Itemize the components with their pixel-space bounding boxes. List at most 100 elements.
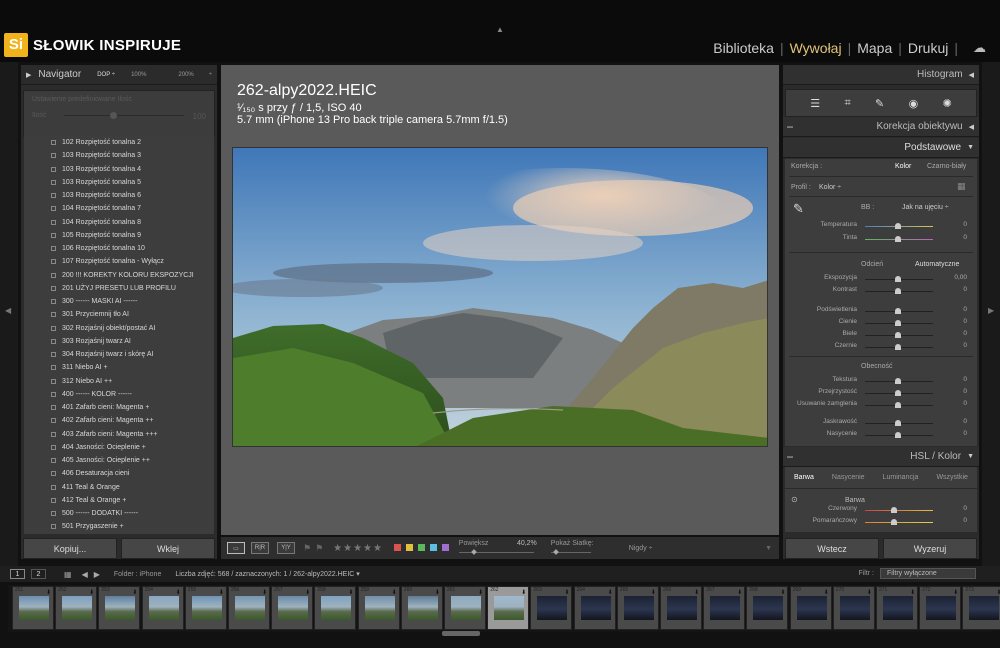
zoom-slider[interactable]: Powiększ 40,2%: [458, 537, 537, 559]
cloud-sync-icon[interactable]: ☁: [973, 40, 986, 56]
disclosure-icon[interactable]: ▶: [26, 71, 31, 79]
preset-item[interactable]: 104 Rozpiętość tonalna 7: [24, 202, 214, 215]
filmstrip-thumb[interactable]: 260 ⬇: [400, 586, 443, 630]
color-label-purple[interactable]: [441, 543, 449, 551]
preset-item[interactable]: 400 ------ KOLOR ------: [24, 388, 214, 401]
preset-item[interactable]: 107 Rozpiętość tonalna - Wyłącz: [24, 255, 214, 268]
slider-knob[interactable]: [895, 390, 901, 396]
slider-value[interactable]: 0: [963, 430, 967, 437]
slider-value[interactable]: 0: [963, 234, 967, 241]
heal-icon[interactable]: ✎: [875, 97, 884, 110]
filmstrip-thumb[interactable]: 259 ⬇: [357, 586, 400, 630]
lens-corrections-disclosure-icon[interactable]: ◀: [969, 123, 974, 131]
zoom-knob[interactable]: [470, 549, 477, 555]
slider-value[interactable]: 0: [963, 418, 967, 425]
color-label-green[interactable]: [417, 543, 425, 551]
lens-corrections-header[interactable]: ▬ Korekcja obiektywu ◀: [783, 117, 979, 137]
slider-knob[interactable]: [895, 332, 901, 338]
slider-row[interactable]: Nasycenie 0: [785, 430, 977, 440]
color-label-blue[interactable]: [429, 543, 437, 551]
preset-item[interactable]: 402 Zafarb cieni: Magenta ++: [24, 414, 214, 427]
color-label-yellow[interactable]: [405, 543, 413, 551]
preset-item[interactable]: 201 UŻYJ PRESETU LUB PROFILU: [24, 282, 214, 295]
tab-saturation[interactable]: Nasycenie: [832, 474, 865, 481]
preset-item[interactable]: 301 Przyciemnij tło AI: [24, 308, 214, 321]
before-after-split-icon[interactable]: Y|Y: [277, 542, 295, 554]
treatment-color[interactable]: Kolor: [895, 163, 911, 170]
histogram-disclosure-icon[interactable]: ◀: [969, 71, 974, 79]
slider-knob[interactable]: [895, 223, 901, 229]
preset-item[interactable]: 104 Rozpiętość tonalna 8: [24, 216, 214, 229]
page-2-button[interactable]: 2: [31, 569, 46, 579]
slider-row[interactable]: Cienie 0: [785, 318, 977, 328]
hsl-slider-track[interactable]: [865, 522, 933, 523]
preset-item[interactable]: 502 ...: [24, 534, 214, 535]
grid-overlay-control[interactable]: Pokaż Siatkę:: [550, 537, 629, 559]
slider-knob[interactable]: [895, 402, 901, 408]
tab-hue[interactable]: Barwa: [794, 474, 814, 481]
histogram-header[interactable]: Histogram ◀: [783, 65, 979, 85]
filmstrip-thumb[interactable]: 254 ⬇: [141, 586, 184, 630]
module-develop[interactable]: Wywołaj: [790, 40, 842, 56]
color-label-red[interactable]: [393, 543, 401, 551]
basic-disclosure-icon[interactable]: ▼: [967, 144, 974, 151]
basic-header[interactable]: Podstawowe ▼: [783, 138, 979, 158]
slider-knob[interactable]: [895, 378, 901, 384]
reject-flag-icon[interactable]: ⚑: [315, 543, 323, 554]
preset-item[interactable]: 105 Rozpiętość tonalna 9: [24, 229, 214, 242]
filmstrip-thumb[interactable]: 271 ⬇: [876, 586, 918, 630]
slider-row[interactable]: Biele 0: [785, 330, 977, 340]
collapse-right-icon[interactable]: ▶: [988, 306, 994, 315]
folder-source[interactable]: Folder : iPhone: [114, 571, 161, 578]
zoom-100[interactable]: 100%: [131, 72, 146, 78]
hsl-slider-value[interactable]: 0: [963, 517, 967, 524]
slider-row[interactable]: Temperatura 0: [785, 221, 977, 231]
slider-row[interactable]: Tinta 0: [785, 234, 977, 244]
slider-row[interactable]: Usuwanie zamglenia 0: [785, 400, 977, 410]
hsl-slider-knob[interactable]: [891, 519, 897, 525]
slider-row[interactable]: Przejrzystość 0: [785, 388, 977, 398]
main-photo[interactable]: [232, 147, 768, 447]
back-arrow-icon[interactable]: ◀: [82, 570, 88, 579]
preset-item[interactable]: 501 Przygaszenie +: [24, 520, 214, 533]
filmstrip-thumb[interactable]: 251 ⬇: [12, 586, 54, 630]
preset-item[interactable]: 302 Rozjaśnij obiekt/postać AI: [24, 322, 214, 335]
module-library[interactable]: Biblioteka: [713, 40, 774, 56]
preset-item[interactable]: 405 Jasności: Ocieplenie ++: [24, 454, 214, 467]
preset-item[interactable]: 103 Rozpiętość tonalna 3: [24, 149, 214, 162]
wb-dropdown[interactable]: Jak na ujęciu ÷: [902, 204, 949, 211]
filmstrip-thumb[interactable]: 269 ⬇: [789, 586, 832, 630]
slider-knob[interactable]: [895, 432, 901, 438]
filmstrip-thumb[interactable]: 265 ⬇: [616, 586, 659, 630]
slider-value[interactable]: 0: [963, 330, 967, 337]
filmstrip-thumb[interactable]: 255 ⬇: [184, 586, 227, 630]
slider-value[interactable]: 0: [963, 221, 967, 228]
zoom-track[interactable]: [458, 552, 534, 553]
collapse-top-icon[interactable]: ▲: [496, 25, 504, 34]
hsl-slider-knob[interactable]: [891, 507, 897, 513]
page-1-button[interactable]: 1: [10, 569, 25, 579]
preset-item[interactable]: 304 Rozjaśnij twarz i skórę AI: [24, 348, 214, 361]
module-print[interactable]: Drukuj: [908, 40, 948, 56]
hsl-disclosure-icon[interactable]: ▼: [967, 453, 974, 460]
hsl-slider-track[interactable]: [865, 510, 933, 511]
preset-item[interactable]: 401 Zafarb cieni: Magenta +: [24, 401, 214, 414]
slider-knob[interactable]: [895, 420, 901, 426]
slider-knob[interactable]: [895, 320, 901, 326]
reset-button[interactable]: Wyzeruj: [883, 538, 977, 559]
filmstrip-thumb[interactable]: 272 ⬇: [919, 586, 962, 630]
grid-view-icon[interactable]: ▦: [64, 570, 72, 579]
filmstrip-thumb[interactable]: 256 ⬇: [228, 586, 270, 630]
slider-row[interactable]: Podświetlenia 0: [785, 306, 977, 316]
filmstrip-thumb[interactable]: 270 ⬇: [832, 586, 875, 630]
tab-all[interactable]: Wszystkie: [936, 474, 968, 481]
slider-knob[interactable]: [895, 288, 901, 294]
grid-knob[interactable]: [552, 549, 559, 555]
hsl-header[interactable]: ▬ HSL / Kolor ▼: [783, 447, 979, 467]
panel-switch-icon-2[interactable]: ▬: [787, 454, 793, 460]
filter-dropdown[interactable]: Filtry wyłączone: [880, 568, 976, 579]
filmstrip-thumb[interactable]: 262 ⬇: [487, 586, 530, 630]
hsl-slider-row[interactable]: Pomarańczowy 0: [785, 517, 977, 527]
preset-item[interactable]: 103 Rozpiętość tonalna 5: [24, 176, 214, 189]
hsl-slider-row[interactable]: Czerwony 0: [785, 505, 977, 515]
